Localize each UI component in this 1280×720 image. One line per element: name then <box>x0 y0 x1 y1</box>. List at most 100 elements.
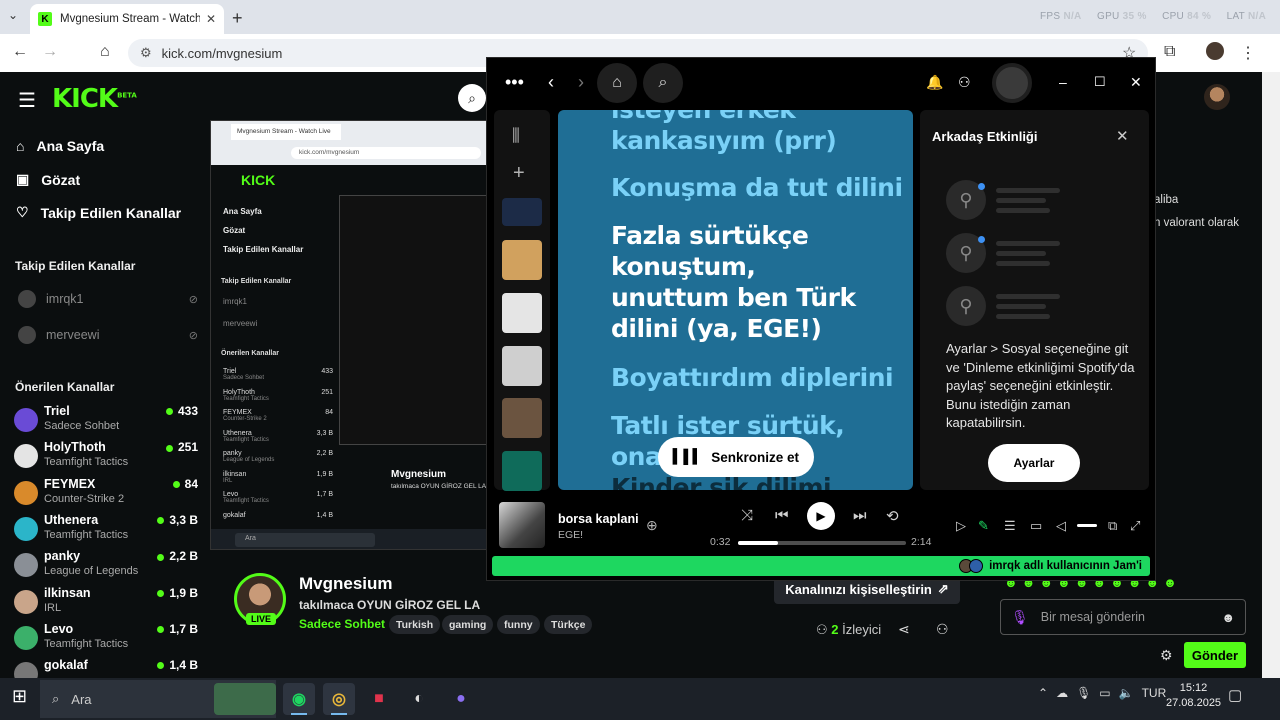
lyric-line[interactable]: Boyattırdım diplerini <box>611 362 894 393</box>
spotify-profile-avatar[interactable] <box>992 63 1032 103</box>
friends-activity-icon[interactable]: ⚇ <box>958 74 971 91</box>
playlist-thumbnail[interactable] <box>502 451 542 491</box>
browser-menu-icon[interactable]: ⋮ <box>1240 43 1256 63</box>
forward-arrow-icon[interactable]: → <box>42 43 58 61</box>
maximize-icon[interactable]: ☐ <box>1094 74 1106 90</box>
lyrics-panel[interactable]: isteyen erkekkankasıyım (prr) Konuşma da … <box>558 110 913 490</box>
windows-start-icon[interactable]: ⊞ <box>12 686 27 707</box>
system-tray[interactable]: ⌃ ☁ 🎙 ▭ 🔈 TUR <box>1038 686 1166 700</box>
window-close-icon[interactable]: ✕ <box>1130 74 1142 91</box>
emoji-icon[interactable]: ☻ <box>1221 610 1235 625</box>
streamer-name[interactable]: Mvgnesium <box>299 574 393 594</box>
search-icon[interactable]: ⌕ <box>458 84 486 112</box>
volume-slider[interactable] <box>1077 524 1097 527</box>
sync-button[interactable]: ▍▌▍ Senkronize et <box>658 437 814 477</box>
recommended-channel[interactable]: HolyThoth Teamfight Tactics 251 <box>14 440 198 476</box>
track-artist[interactable]: EGE! <box>558 529 583 541</box>
home-icon[interactable]: ⌂ <box>100 43 110 61</box>
spotify-app-icon[interactable]: ◉ <box>283 683 315 715</box>
lyric-line[interactable]: isteyen erkek <box>611 110 796 125</box>
chat-input[interactable]: 🎙 Bir mesaj gönderin ☻ <box>1000 599 1246 635</box>
track-title[interactable]: borsa kaplani <box>558 512 639 526</box>
followed-channel[interactable]: merveewi ⊘ <box>18 326 198 344</box>
volume-icon[interactable]: ◁ <box>1056 518 1066 534</box>
next-track-icon[interactable]: ⏭ <box>853 507 867 524</box>
user-avatar[interactable] <box>1204 84 1230 110</box>
recommended-channel[interactable]: FEYMEX Counter-Strike 2 84 <box>14 477 198 513</box>
spotify-home-icon[interactable]: ⌂ <box>597 63 637 103</box>
fullscreen-icon[interactable]: ⤢ <box>1130 518 1140 534</box>
jam-banner[interactable]: imrqk adlı kullanıcının Jam'i <box>492 556 1150 576</box>
tag[interactable]: Türkçe <box>544 615 593 634</box>
taskbar-widget-icon[interactable] <box>214 683 276 715</box>
playlist-thumbnail[interactable] <box>502 398 542 438</box>
minimize-icon[interactable]: – <box>1059 74 1067 90</box>
queue-icon[interactable]: ☰ <box>1004 518 1016 534</box>
playlist-thumbnail[interactable] <box>502 293 542 333</box>
cloud-icon[interactable]: ☁ <box>1056 686 1068 700</box>
playlist-thumbnail[interactable] <box>502 198 542 226</box>
settings-button[interactable]: Ayarlar <box>988 444 1080 482</box>
tab-list-chevron-icon[interactable]: ⌄ <box>8 8 18 22</box>
lyrics-mic-icon[interactable]: ✎ <box>978 518 989 534</box>
nav-home[interactable]: ⌂ Ana Sayfa <box>16 138 104 154</box>
spotify-search-icon[interactable]: ⌕ <box>643 63 683 103</box>
tag[interactable]: Turkish <box>389 615 441 634</box>
extensions-icon[interactable]: ⧉ <box>1164 43 1175 61</box>
lyric-line[interactable]: Konuşma da tut dilini <box>611 172 903 203</box>
create-plus-icon[interactable]: + <box>513 162 525 185</box>
notification-bell-icon[interactable]: 🔔 <box>926 74 943 91</box>
mini-player-icon[interactable]: ⧉ <box>1108 518 1117 534</box>
progress-bar[interactable] <box>738 541 906 545</box>
lyric-line[interactable]: ona <box>611 441 662 472</box>
share-icon[interactable]: ⋖ <box>898 621 910 638</box>
browser-tab[interactable]: K Mvgnesium Stream - Watch Liv ✕ <box>30 4 224 34</box>
add-to-library-icon[interactable]: ⊕ <box>646 517 658 534</box>
recommended-channel[interactable]: panky League of Legends 2,2 B <box>14 549 198 585</box>
now-playing-cover[interactable] <box>499 502 545 548</box>
menu-hamburger-icon[interactable]: ☰ <box>18 88 36 113</box>
microphone-icon[interactable]: 🎙 <box>1076 686 1091 700</box>
lyric-line[interactable]: konuştum, <box>611 251 756 282</box>
followed-channel[interactable]: imrqk1 ⊘ <box>18 290 198 308</box>
send-button[interactable]: Gönder <box>1184 642 1246 668</box>
playlist-thumbnail[interactable] <box>502 346 542 386</box>
app-icon[interactable]: ■ <box>363 683 395 715</box>
recommended-channel[interactable]: Uthenera Teamfight Tactics 3,3 B <box>14 513 198 549</box>
back-chevron-icon[interactable]: ‹ <box>548 72 554 93</box>
new-tab-icon[interactable]: + <box>232 8 243 29</box>
network-icon[interactable]: ▭ <box>1099 686 1110 700</box>
notification-center-icon[interactable]: ▢ <box>1228 686 1242 704</box>
chevron-up-icon[interactable]: ⌃ <box>1038 686 1048 700</box>
tag[interactable]: gaming <box>442 615 494 634</box>
profile-avatar[interactable] <box>1206 42 1224 60</box>
lyric-line[interactable]: kankasıyım (prr) <box>611 125 837 156</box>
clock[interactable]: 15:12 27.08.2025 <box>1166 681 1221 711</box>
lyric-line[interactable]: unuttum ben Türk <box>611 282 856 313</box>
add-friend-icon[interactable]: ⚇ <box>936 621 949 638</box>
lyric-line[interactable]: Fazla sürtükçe <box>611 220 809 251</box>
microphone-icon[interactable]: 🎙 <box>1011 609 1029 626</box>
lyric-line[interactable]: dilini (ya, EGE!) <box>611 313 822 344</box>
close-tab-icon[interactable]: ✕ <box>206 12 216 26</box>
more-options-icon[interactable]: ••• <box>505 72 524 93</box>
stream-category[interactable]: Sadece Sohbet <box>299 617 385 631</box>
recommended-channel[interactable]: Levo Teamfight Tactics 1,7 B <box>14 622 198 658</box>
discord-app-icon[interactable]: ● <box>445 683 477 715</box>
playlist-thumbnail[interactable] <box>502 240 542 280</box>
nav-following[interactable]: ♡ Takip Edilen Kanallar <box>16 204 181 221</box>
now-playing-view-icon[interactable]: ▷ <box>956 518 966 534</box>
language-indicator[interactable]: TUR <box>1142 686 1167 700</box>
recommended-channel[interactable]: ilkinsan IRL 1,9 B <box>14 586 198 622</box>
forward-chevron-icon[interactable]: › <box>578 72 584 93</box>
connect-device-icon[interactable]: ▭ <box>1030 518 1042 534</box>
kick-logo[interactable]: KICKBETA <box>52 84 137 114</box>
page-scrollbar[interactable] <box>1262 72 1280 678</box>
repeat-icon[interactable]: ⟲ <box>886 507 899 525</box>
speaker-icon[interactable]: 🔈 <box>1119 686 1134 700</box>
library-icon[interactable]: ⫼ <box>512 126 520 146</box>
chrome-app-icon[interactable]: ◎ <box>323 683 355 715</box>
site-info-icon[interactable]: ⚙ <box>140 45 152 61</box>
close-icon[interactable]: ✕ <box>1116 127 1129 145</box>
chat-settings-gear-icon[interactable]: ⚙ <box>1160 647 1173 664</box>
